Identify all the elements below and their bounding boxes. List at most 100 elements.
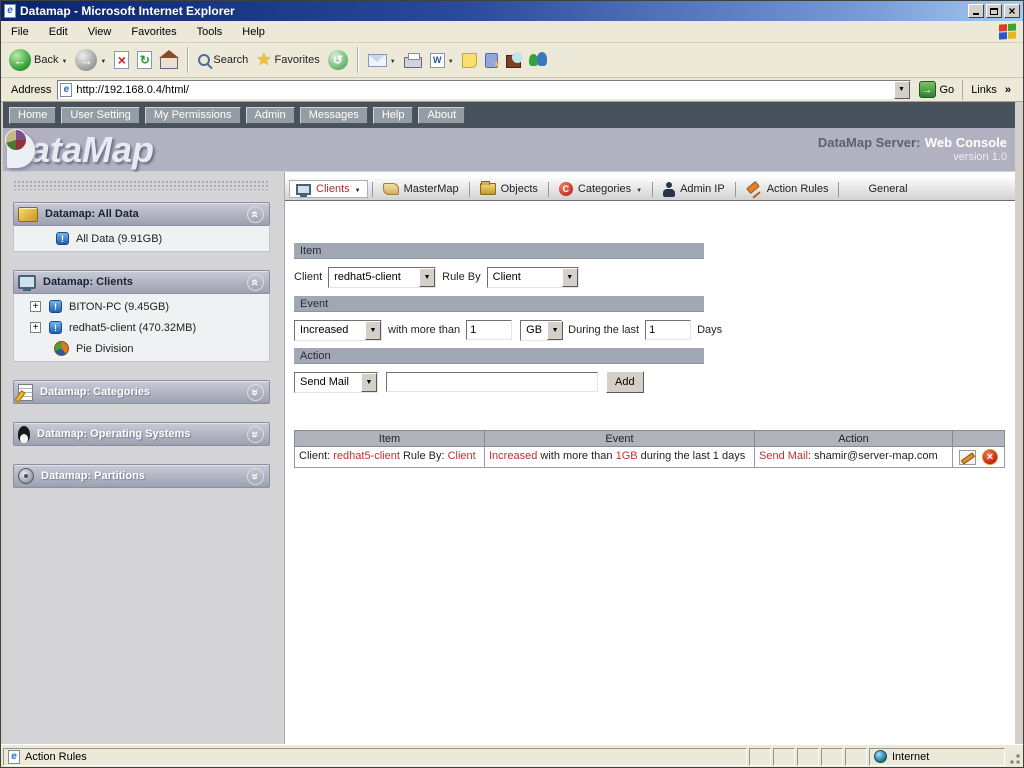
nav-button-about[interactable]: About <box>418 107 465 124</box>
status-bar: Action Rules Internet <box>1 744 1023 768</box>
menu-view[interactable]: View <box>78 23 122 41</box>
dropdown-arrow-icon[interactable] <box>365 321 381 340</box>
links-button[interactable]: Links <box>962 80 1019 100</box>
sidebar-section-all-data[interactable]: Datamap: All Data <box>13 202 270 226</box>
status-pane <box>845 748 867 766</box>
rule-by-label: Rule By <box>442 271 481 283</box>
sidebar-item-biton-pc[interactable]: BITON-PC (9.45GB) <box>14 296 269 317</box>
messenger-button[interactable] <box>525 50 551 70</box>
forward-button[interactable] <box>71 47 110 73</box>
maximize-button[interactable] <box>986 4 1002 18</box>
client-select-value: redhat5-client <box>329 271 419 283</box>
tab-action-rules[interactable]: Action Rules <box>740 180 835 199</box>
menu-edit[interactable]: Edit <box>39 23 78 41</box>
tab-dropdown-icon[interactable] <box>355 183 361 195</box>
resize-grip[interactable] <box>1007 748 1021 766</box>
title-bar[interactable]: Datamap - Microsoft Internet Explorer <box>1 1 1023 21</box>
nav-button-user-setting[interactable]: User Setting <box>61 107 140 124</box>
menu-tools[interactable]: Tools <box>187 23 233 41</box>
close-button[interactable] <box>1004 4 1020 18</box>
branding-band: ataMap DataMap Server: Web Console versi… <box>3 128 1015 172</box>
client-select[interactable]: redhat5-client <box>328 267 436 288</box>
nav-button-home[interactable]: Home <box>9 107 56 124</box>
delete-rule-button[interactable] <box>982 449 998 465</box>
sidebar-section-operating-systems[interactable]: Datamap: Operating Systems <box>13 422 270 446</box>
favorites-button[interactable]: Favorites <box>252 48 324 72</box>
sidebar-section-categories[interactable]: Datamap: Categories <box>13 380 270 404</box>
edit-rule-button[interactable] <box>959 450 976 465</box>
nav-button-help[interactable]: Help <box>373 107 414 124</box>
search-icon <box>198 54 210 66</box>
address-input[interactable]: http://192.168.0.4/html/ <box>57 80 910 100</box>
collapse-chevron-up-icon[interactable] <box>247 206 264 223</box>
info-icon <box>49 321 62 334</box>
info-icon <box>56 232 69 245</box>
home-button[interactable] <box>156 49 182 71</box>
action-type-select[interactable]: Send Mail <box>294 372 378 393</box>
notes-button[interactable] <box>458 51 481 70</box>
go-button[interactable]: Go <box>911 81 963 98</box>
edit-with-word-button[interactable] <box>426 51 458 70</box>
expand-chevron-down-icon[interactable] <box>247 468 264 485</box>
expand-chevron-down-icon[interactable] <box>247 426 264 443</box>
panel-all-data: Datamap: All Data All Data (9.91GB) <box>13 202 270 252</box>
dropdown-arrow-icon[interactable] <box>419 268 435 287</box>
back-button[interactable]: Back <box>5 47 71 73</box>
tab-admin-ip[interactable]: Admin IP <box>657 180 731 199</box>
days-input[interactable] <box>645 320 691 340</box>
event-type-select[interactable]: Increased <box>294 320 382 341</box>
tab-clients[interactable]: Clients <box>289 180 368 198</box>
go-icon <box>919 81 936 98</box>
sidebar-item-redhat5-client[interactable]: redhat5-client (470.32MB) <box>14 317 269 338</box>
word-dropdown-icon[interactable] <box>448 54 454 66</box>
sidebar-item-pie-division[interactable]: Pie Division <box>14 338 269 359</box>
expand-plus-icon[interactable] <box>30 322 41 333</box>
expand-plus-icon[interactable] <box>30 301 41 312</box>
tab-dropdown-icon[interactable] <box>636 183 642 195</box>
toolbar-separator <box>357 47 359 73</box>
sidebar-section-partitions[interactable]: Datamap: Partitions <box>13 464 270 488</box>
tab-mastermap[interactable]: MasterMap <box>377 181 465 197</box>
collapse-chevron-up-icon[interactable] <box>247 274 264 291</box>
sidebar-section-clients[interactable]: Datamap: Clients <box>13 270 270 294</box>
amount-input[interactable] <box>466 320 512 340</box>
tab-categories[interactable]: Categories <box>553 180 648 198</box>
search-button[interactable]: Search <box>194 52 252 68</box>
address-bar: Address http://192.168.0.4/html/ Go Link… <box>1 78 1023 102</box>
tab-objects[interactable]: Objects <box>474 181 544 197</box>
back-dropdown-icon[interactable] <box>61 54 67 66</box>
forward-dropdown-icon[interactable] <box>100 54 106 66</box>
stop-button[interactable] <box>110 49 133 71</box>
section-header-event: Event <box>294 296 704 312</box>
nav-button-admin[interactable]: Admin <box>246 107 295 124</box>
nav-button-my-permissions[interactable]: My Permissions <box>145 107 241 124</box>
messenger-favorites-button[interactable] <box>481 51 502 70</box>
dropdown-arrow-icon[interactable] <box>562 268 578 287</box>
minimize-button[interactable] <box>968 4 984 18</box>
tab-general[interactable]: General <box>843 180 913 198</box>
sidebar-item-all-data[interactable]: All Data (9.91GB) <box>14 228 269 249</box>
refresh-button[interactable] <box>133 49 156 71</box>
menu-file[interactable]: File <box>1 23 39 41</box>
print-button[interactable] <box>400 50 426 70</box>
address-url[interactable]: http://192.168.0.4/html/ <box>72 84 893 96</box>
menu-bar: File Edit View Favorites Tools Help <box>1 21 1023 43</box>
rule-by-select[interactable]: Client <box>487 267 579 288</box>
address-dropdown-button[interactable] <box>894 81 910 99</box>
research-button[interactable] <box>502 50 525 70</box>
expand-chevron-down-icon[interactable] <box>247 384 264 401</box>
mail-dropdown-icon[interactable] <box>390 54 396 66</box>
dropdown-arrow-icon[interactable] <box>547 321 563 340</box>
nav-button-messages[interactable]: Messages <box>300 107 368 124</box>
mastermap-icon <box>383 183 399 195</box>
history-button[interactable] <box>324 48 352 72</box>
monitor-icon <box>18 275 36 289</box>
menu-help[interactable]: Help <box>232 23 275 41</box>
add-button[interactable]: Add <box>606 371 644 393</box>
unit-select[interactable]: GB <box>520 320 562 341</box>
menu-favorites[interactable]: Favorites <box>121 23 186 41</box>
mail-button[interactable] <box>364 52 400 69</box>
home-icon <box>160 57 178 69</box>
action-param-input[interactable] <box>386 372 598 392</box>
dropdown-arrow-icon[interactable] <box>361 373 377 392</box>
